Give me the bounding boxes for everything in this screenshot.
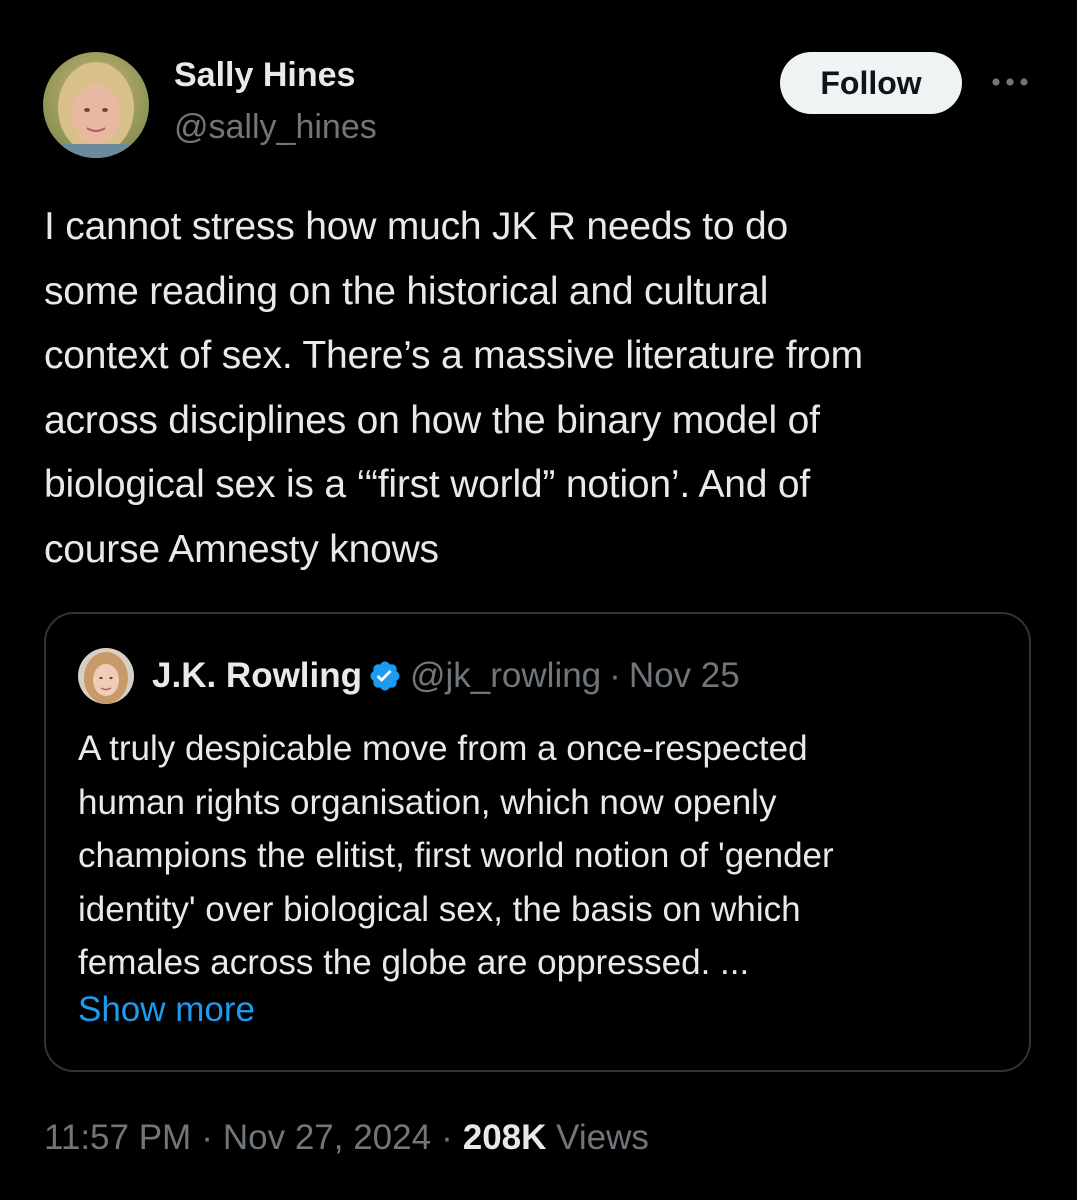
quoted-text-line: champions the elitist, first world notio… xyxy=(78,836,834,876)
tweet-date[interactable]: Nov 27, 2024 xyxy=(223,1118,431,1157)
quoted-text-line: A truly despicable move from a once-resp… xyxy=(78,729,808,768)
verified-badge-icon xyxy=(368,659,402,693)
quoted-author-display-name[interactable]: J.K. Rowling xyxy=(152,656,362,696)
tweet-text-line: some reading on the historical and cultu… xyxy=(44,269,769,313)
quoted-author-handle[interactable]: @jk_rowling xyxy=(410,656,601,696)
quoted-tweet-header: J.K. Rowling @jk_rowling · Nov 25 xyxy=(152,654,740,698)
meta-separator: · xyxy=(201,1118,213,1157)
show-more-link[interactable]: Show more xyxy=(78,990,255,1030)
tweet-text-line: across disciplines on how the binary mod… xyxy=(44,398,820,442)
tweet-time[interactable]: 11:57 PM xyxy=(44,1118,191,1157)
follow-button[interactable]: Follow xyxy=(780,52,962,114)
tweet: Sally Hines @sally_hines Follow I cannot… xyxy=(0,0,1077,1200)
meta-separator: · xyxy=(441,1118,453,1157)
header-separator: · xyxy=(609,656,621,695)
quoted-tweet-date[interactable]: Nov 25 xyxy=(629,656,740,696)
tweet-text-line: context of sex. There’s a massive litera… xyxy=(44,334,863,377)
more-horizontal-icon[interactable] xyxy=(990,70,1030,94)
quoted-text-line: human rights organisation, which now ope… xyxy=(78,782,777,822)
views-label: Views xyxy=(556,1118,649,1157)
author-handle[interactable]: @sally_hines xyxy=(174,108,377,147)
quoted-author-avatar[interactable] xyxy=(78,648,134,704)
author-display-name[interactable]: Sally Hines xyxy=(174,56,355,95)
quoted-text-line: identity' over biological sex, the basis… xyxy=(78,889,801,929)
quoted-text-line: females across the globe are oppressed. … xyxy=(78,943,750,983)
quoted-tweet-text: A truly despicable move from a once-resp… xyxy=(78,722,1018,990)
tweet-text-line: I cannot stress how much JK R needs to d… xyxy=(44,205,789,248)
views-count: 208K xyxy=(462,1118,547,1157)
tweet-metadata: 11:57 PM · Nov 27, 2024 · 208K Views xyxy=(44,1118,649,1158)
author-avatar[interactable] xyxy=(43,52,149,158)
tweet-text: I cannot stress how much JK R needs to d… xyxy=(44,195,1044,582)
quoted-tweet-card[interactable]: J.K. Rowling @jk_rowling · Nov 25 A trul… xyxy=(44,612,1031,1072)
tweet-text-line: biological sex is a ‘“first world” notio… xyxy=(44,463,811,506)
tweet-text-line: course Amnesty knows xyxy=(44,527,439,571)
